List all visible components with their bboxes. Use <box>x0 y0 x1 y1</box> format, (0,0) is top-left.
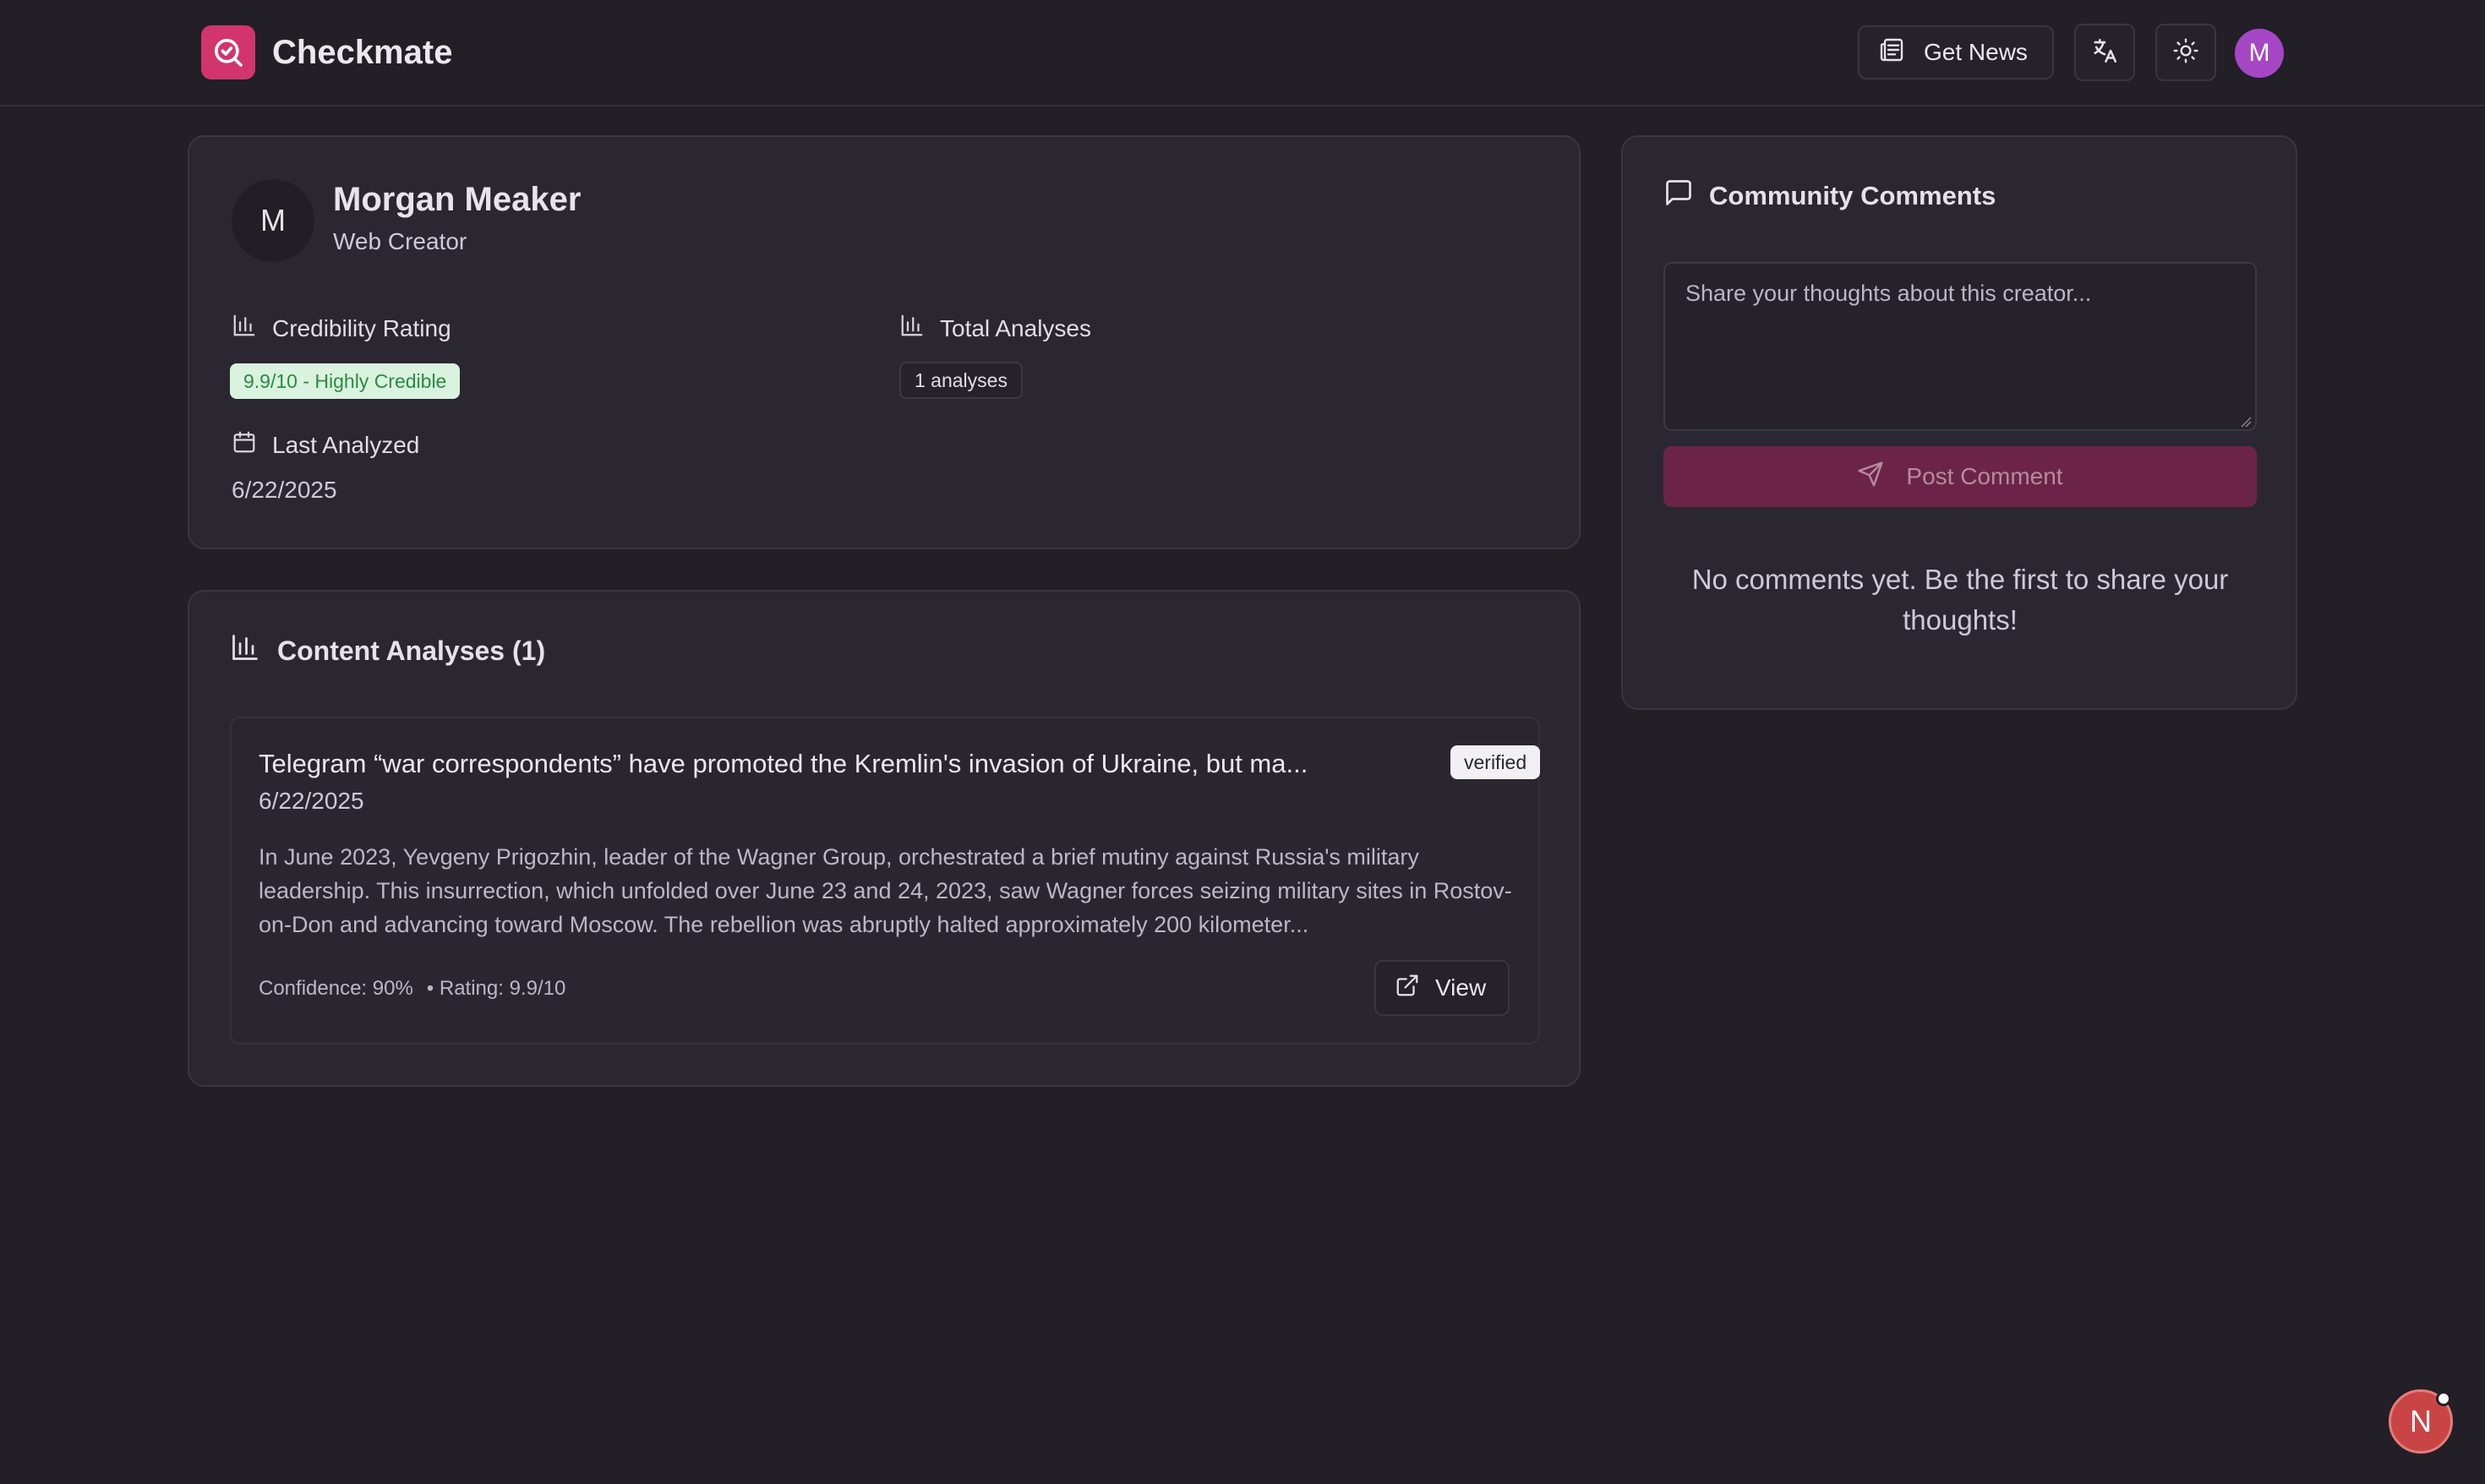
brand[interactable]: Checkmate <box>201 25 452 79</box>
translate-button[interactable] <box>2074 24 2135 81</box>
sun-icon <box>2172 37 2199 68</box>
credibility-badge: 9.9/10 - Highly Credible <box>230 363 461 399</box>
external-link-icon <box>1395 973 1420 1004</box>
last-analyzed-date: 6/22/2025 <box>232 477 337 503</box>
top-navigation-bar: Checkmate Get News M <box>0 0 2485 106</box>
send-icon <box>1857 461 1884 494</box>
newspaper-icon <box>1878 36 1905 69</box>
user-avatar[interactable]: M <box>2235 29 2284 78</box>
post-comment-button[interactable]: Post Comment <box>1663 446 2257 507</box>
calendar-icon <box>232 429 257 461</box>
status-badge: verified <box>1450 745 1541 779</box>
rating-value: • Rating: 9.9/10 <box>426 977 566 1000</box>
analysis-summary: In June 2023, Yevgeny Prigozhin, leader … <box>259 844 1512 937</box>
analysis-meta: Confidence: 90% • Rating: 9.9/10 <box>259 977 565 1001</box>
message-square-icon <box>1663 177 1694 215</box>
bar-chart-icon <box>232 313 257 344</box>
resize-grip-icon[interactable] <box>2240 416 2252 428</box>
community-comments-card: Community Comments Post Comment No comme… <box>1621 135 2297 710</box>
bar-chart-icon <box>230 632 260 669</box>
analysis-date: 6/22/2025 <box>259 788 364 814</box>
creator-avatar: M <box>232 179 314 262</box>
app-name: Checkmate <box>272 33 453 71</box>
creator-name: Morgan Meaker <box>333 181 582 218</box>
confidence-value: Confidence: 90% <box>259 977 413 1000</box>
last-analyzed-label: Last Analyzed <box>232 429 419 461</box>
total-analyses-label: Total Analyses <box>899 313 1091 344</box>
get-news-label: Get News <box>1924 39 2028 65</box>
creator-profile-card: M Morgan Meaker Web Creator Credibility … <box>188 135 1581 549</box>
total-analyses-badge: 1 analyses <box>899 362 1023 399</box>
analysis-item: Telegram “war correspondents” have promo… <box>230 717 1541 1045</box>
community-comments-heading: Community Comments <box>1663 177 1996 215</box>
bar-chart-icon <box>899 313 925 344</box>
credibility-rating-label: Credibility Rating <box>232 313 451 344</box>
theme-toggle-button[interactable] <box>2155 24 2216 81</box>
comment-input[interactable] <box>1663 262 2257 431</box>
view-button[interactable]: View <box>1374 960 1510 1016</box>
analysis-title[interactable]: Telegram “war correspondents” have promo… <box>259 749 1391 779</box>
content-analyses-heading: Content Analyses (1) <box>230 632 545 669</box>
notification-dot <box>2436 1391 2451 1406</box>
search-check-icon <box>201 25 255 79</box>
get-news-button[interactable]: Get News <box>1858 25 2054 79</box>
translate-icon <box>2090 36 2119 69</box>
empty-comments-message: No comments yet. Be the first to share y… <box>1691 564 2229 636</box>
creator-role: Web Creator <box>333 228 467 254</box>
content-analyses-card: Content Analyses (1) Telegram “war corre… <box>188 590 1581 1087</box>
